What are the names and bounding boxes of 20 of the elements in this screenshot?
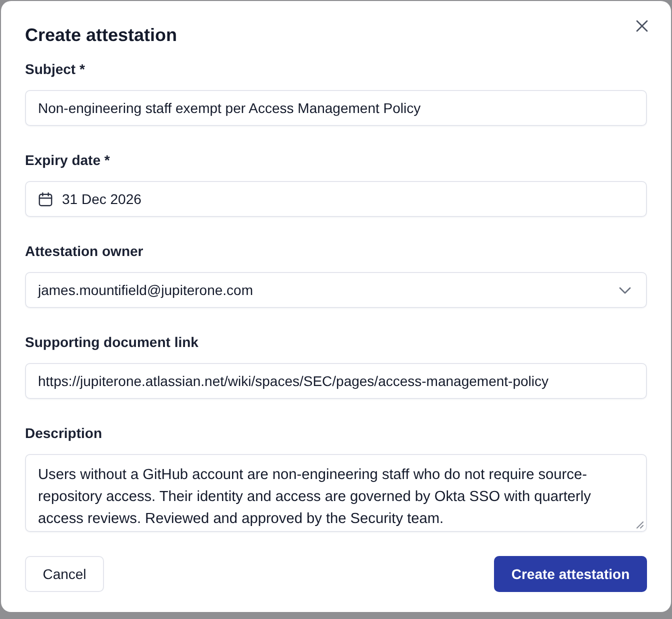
field-label: Supporting document link xyxy=(25,333,198,352)
chevron-down-icon xyxy=(619,286,631,294)
field-label: Subject * xyxy=(25,60,85,79)
text-input-field[interactable]: https://jupiterone.atlassian.net/wiki/spaces/SEC/pages/access-management-policy xyxy=(25,363,647,399)
field-label: Attestation owner xyxy=(25,242,144,261)
field-label: Expiry date * xyxy=(25,151,110,170)
date-value: 31 Dec 2026 xyxy=(62,190,142,209)
owner-select-field[interactable]: james.mountifield@jupiterone.com xyxy=(25,272,647,308)
cancel-button[interactable]: Cancel xyxy=(25,556,104,592)
date-picker-field[interactable]: 31 Dec 2026 xyxy=(25,181,647,217)
resize-grip-icon[interactable] xyxy=(636,521,644,529)
calendar-icon xyxy=(38,192,53,206)
description-textarea[interactable] xyxy=(25,454,647,532)
field-label: Description xyxy=(25,424,102,443)
selected-owner: james.mountifield@jupiterone.com xyxy=(38,281,253,300)
description-text: Users without a GitHub account are non-engineering staff who do not require source-repository access. Their identity and access are governed by Okta SSO with quarterly access reviews. Reviewed and approved by the Security team. xyxy=(38,466,592,529)
close-icon[interactable] xyxy=(636,20,648,32)
text-input-field[interactable]: Non-engineering staff exempt per Access Management Policy xyxy=(25,90,647,126)
dialog-title: Create attestation xyxy=(25,24,178,47)
create-attestation-button[interactable]: Create attestation xyxy=(494,556,647,592)
